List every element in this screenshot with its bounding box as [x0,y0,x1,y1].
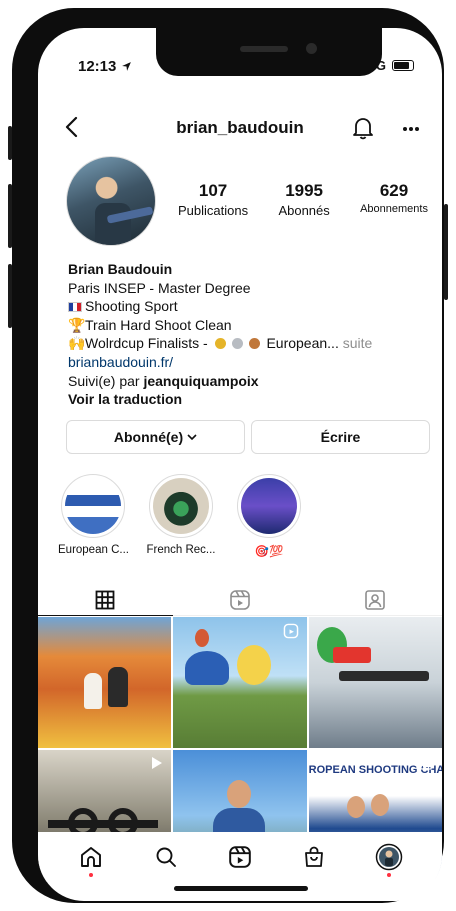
location-arrow-icon [121,62,131,71]
gold-medal-icon [214,338,226,350]
notification-dot [386,873,391,877]
see-translation-link[interactable]: Voir la traduction [68,390,418,409]
volume-up-button [8,184,12,248]
profile-name: Brian Baudouin [68,261,173,277]
tab-reels[interactable] [172,584,308,616]
reels-icon [229,846,251,868]
bio-more-link[interactable]: suite [339,335,373,351]
battery-icon [392,60,414,71]
bio-line: 🙌Wolrdcup Finalists - European... suite [68,335,373,352]
profile-header: brian_baudouin [38,116,442,142]
avatar-figure [95,203,131,245]
bio-line: 🏆Train Hard Shoot Clean [68,316,232,333]
post-thumbnail[interactable] [308,617,442,748]
bio-line: Shooting Sport [68,297,418,316]
profile-avatar[interactable] [66,156,156,246]
profile-actions: Abonné(e) Écrire [66,420,430,454]
silent-switch [8,126,12,160]
home-indicator [174,886,308,891]
highlight-cover [65,478,121,534]
website-link[interactable]: brianbaudouin.fr/ [68,353,418,372]
notch [156,28,382,76]
multiple-posts-icon [420,757,433,770]
bio-line: Paris INSEP - Master Degree [68,279,251,296]
highlight-cover [153,478,209,534]
shop-icon [305,846,324,867]
nav-profile[interactable] [369,837,409,877]
phone-frame: 12:13 4G brian_baudouin [8,8,448,903]
tab-tagged[interactable] [307,584,442,616]
raised-hands-icon: 🙌 [68,335,86,352]
stat-following[interactable]: 629 Abonnements [360,181,428,218]
nav-shop[interactable] [294,837,334,877]
status-time: 12:13 [78,58,132,75]
post-thumbnail[interactable] [38,617,172,748]
home-icon [81,847,102,867]
message-button[interactable]: Écrire [251,420,430,454]
reel-badge-icon [283,623,298,639]
video-badge-icon [152,757,163,769]
story-highlights: European C... French Rec... 🎯💯 [58,474,304,558]
france-flag-icon [68,302,82,313]
highlight-european[interactable]: European C... [58,474,129,558]
front-camera [306,43,317,54]
trophy-icon: 🏆 [68,316,86,333]
grid-icon [95,590,115,609]
profile-stats: 107 Publications 1995 Abonnés 629 Abonne… [178,181,428,218]
phone-screen: 12:13 4G brian_baudouin [38,28,442,901]
power-button [444,204,448,300]
bronze-medal-icon [248,338,260,350]
notification-dot [89,873,94,877]
bottom-nav [38,832,442,882]
profile-avatar-icon [375,843,402,871]
stat-publications[interactable]: 107 Publications [178,181,248,218]
followed-by[interactable]: Suivi(e) par jeanquiquampoix [68,372,418,391]
reels-icon [230,589,250,610]
profile-bio: Brian Baudouin Paris INSEP - Master Degr… [68,260,418,409]
volume-down-button [8,264,12,328]
tagged-icon [364,589,385,610]
nav-reels[interactable] [220,837,260,877]
highlight-french-record[interactable]: French Rec... [146,474,216,558]
tab-posts-grid[interactable] [38,584,173,616]
profile-tabs [38,584,442,616]
highlight-target[interactable]: 🎯💯 [234,474,304,558]
search-icon [156,847,176,867]
silver-medal-icon [231,338,243,350]
nav-search[interactable] [146,837,186,877]
username-title: brian_baudouin [176,118,304,137]
speaker [240,46,288,52]
nav-home[interactable] [71,837,111,877]
highlight-cover [241,478,297,534]
post-thumbnail[interactable] [173,617,307,748]
more-icon[interactable] [402,116,420,137]
chevron-down-icon [187,434,197,441]
stat-followers[interactable]: 1995 Abonnés [278,181,329,218]
following-button[interactable]: Abonné(e) [66,420,245,454]
bell-icon[interactable] [352,116,374,145]
